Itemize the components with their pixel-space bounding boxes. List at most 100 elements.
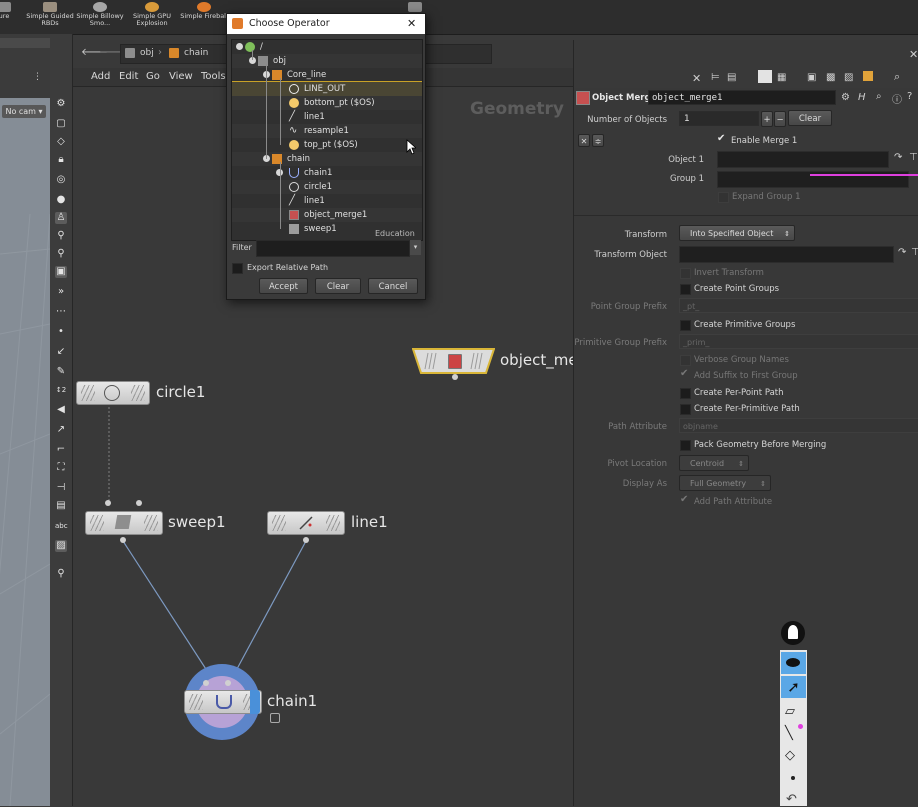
create-point-groups-check[interactable] [680,284,691,295]
pose-icon[interactable]: ♙ [55,212,67,224]
chevron-down-icon[interactable]: ▾ [410,240,421,255]
frame-icon[interactable]: ▣ [55,266,67,278]
viewport-tab[interactable] [0,38,50,48]
image-icon[interactable]: ▨ [844,72,853,83]
dialog-titlebar[interactable]: Choose Operator ✕ [227,14,425,34]
measure-icon[interactable]: ↕2 [55,384,67,396]
menu-view[interactable]: View [169,71,193,82]
tree-row-line1-chain[interactable]: ╱ line1 [232,194,422,208]
input-port[interactable] [105,500,111,506]
corner-icon[interactable]: ⌐ [55,444,67,456]
breadcrumb-chain[interactable]: chain [184,48,208,58]
select-arrow-icon[interactable]: ➚ [781,676,806,698]
eye-icon[interactable] [781,652,806,674]
lock-icon[interactable] [270,713,280,723]
expander-icon[interactable] [236,43,243,50]
annotation-pen-button[interactable] [781,621,805,645]
tree-icon[interactable]: ⊨ [711,72,720,83]
pin-icon[interactable]: ⚲ [55,248,67,260]
node-chooser-icon[interactable]: ↷ [898,247,906,258]
tree-label-education[interactable]: Education [375,227,415,240]
search-icon[interactable]: ⌕ [894,70,900,84]
verbose-group-names-check[interactable] [680,355,691,366]
object1-field[interactable] [717,151,889,168]
tree-row-chain[interactable]: chain [232,152,422,166]
shelf-tool-guided-rbds[interactable]: Simple Guided RBDs [24,2,76,32]
pin-icon[interactable]: ⚲ [55,568,67,580]
create-per-point-path-check[interactable] [680,388,691,399]
tree-row-top-pt[interactable]: top_pt ($OS) [232,138,422,152]
add-object-button[interactable]: + [761,111,773,127]
enable-merge-check[interactable]: ✔ [717,133,725,144]
shelf-tool-billowy-smoke[interactable]: Simple Billowy Smo... [74,2,126,32]
tree-row-circle1[interactable]: circle1 [232,180,422,194]
jump-to-icon[interactable]: ⊤ [909,152,918,163]
dot-icon[interactable]: • [55,326,67,338]
output-port[interactable] [452,374,458,380]
dot-icon[interactable] [791,776,795,780]
sword-icon[interactable]: ↗ [55,424,67,436]
node-chooser-icon[interactable]: ↷ [894,152,902,163]
clear-button[interactable]: Clear [315,278,361,294]
color-icon[interactable] [863,71,873,81]
add-suffix-check[interactable]: ✔ [680,368,688,379]
tree-row-root[interactable]: / [232,40,422,54]
help-icon[interactable]: ? [907,91,912,102]
shelf-tool-fireball[interactable]: Simple Fireball [178,2,230,32]
filter-input[interactable] [256,240,410,257]
pen-icon[interactable]: ╲ [785,726,793,741]
line-node[interactable] [267,511,345,535]
shelf-tool-gpu-explosion[interactable]: Simple GPU Explosion [126,2,178,32]
tree-row-obj[interactable]: obj [232,54,422,68]
remove-object-button[interactable]: − [774,111,786,127]
brush-icon[interactable]: ▱ [785,704,795,719]
text-icon[interactable]: abc [55,520,68,532]
grid-icon[interactable]: ⋯ [55,306,67,318]
jump-to-icon[interactable]: ⊤ [911,247,918,258]
tools-icon[interactable]: ✕ [692,72,701,85]
tree-row-line1[interactable]: ╱ line1 [232,110,422,124]
handle-icon[interactable]: ⚙ [55,98,67,110]
paint-icon[interactable]: ◀ [55,404,67,416]
info-icon[interactable]: ⓘ [892,91,902,106]
primitive-group-prefix-field[interactable]: _prim_ [679,334,918,349]
menu-add[interactable]: Add [91,71,110,82]
pen-icon[interactable]: ✎ [55,366,67,378]
tree-row-resample1[interactable]: ∿ resample1 [232,124,422,138]
close-icon[interactable]: ✕ [909,48,918,61]
search-icon[interactable]: ⌕ [876,91,882,102]
export-relative-check[interactable] [232,263,243,274]
accept-button[interactable]: Accept [259,278,308,294]
sphere-icon[interactable]: ● [55,194,67,206]
number-of-objects-field[interactable]: 1 [679,111,759,126]
net-view-icon[interactable]: ▣ [807,72,816,83]
create-primitive-groups-check[interactable] [680,320,691,331]
reorder-instance-icon[interactable]: ≑ [592,134,604,147]
transform-object-field[interactable] [679,246,894,263]
help-h-icon[interactable]: H [858,92,866,103]
stack-icon[interactable]: ▤ [55,500,67,512]
close-icon[interactable]: ✕ [407,14,416,34]
tree-row-core-line[interactable]: Core_line [232,68,422,82]
input-port[interactable] [225,680,231,686]
bracket-icon[interactable]: ⛶ [55,462,67,474]
point-group-prefix-field[interactable]: _pt_ [679,298,918,313]
tree-row-line-out[interactable]: LINE_OUT [232,81,422,97]
display-as-menu[interactable]: Full Geometry ⇕ [679,475,771,491]
tree-row-bottom-pt[interactable]: bottom_pt ($OS) [232,96,422,110]
snap-tool-icon[interactable]: ⊣ [55,482,67,494]
add-path-attribute-check[interactable]: ✔ [680,494,688,505]
arrow-icon[interactable]: ↙ [55,346,67,358]
chevron-icon[interactable]: » [55,286,67,298]
pin-icon[interactable]: ⚲ [55,230,67,242]
target-icon[interactable]: ◎ [55,174,67,186]
scene-viewport[interactable] [0,34,50,806]
expand-group-check[interactable] [718,192,729,203]
operator-tree[interactable]: / obj Core_line LINE_OUT bottom_pt ($OS)… [231,39,423,241]
tree-row-sweep1[interactable]: sweep1 Education [232,222,422,238]
gear-icon[interactable]: ⚙ [841,92,850,103]
menu-tools[interactable]: Tools [201,71,226,82]
display-flag[interactable] [250,690,260,714]
output-port[interactable] [303,537,309,543]
grid-view-icon[interactable] [758,70,772,83]
